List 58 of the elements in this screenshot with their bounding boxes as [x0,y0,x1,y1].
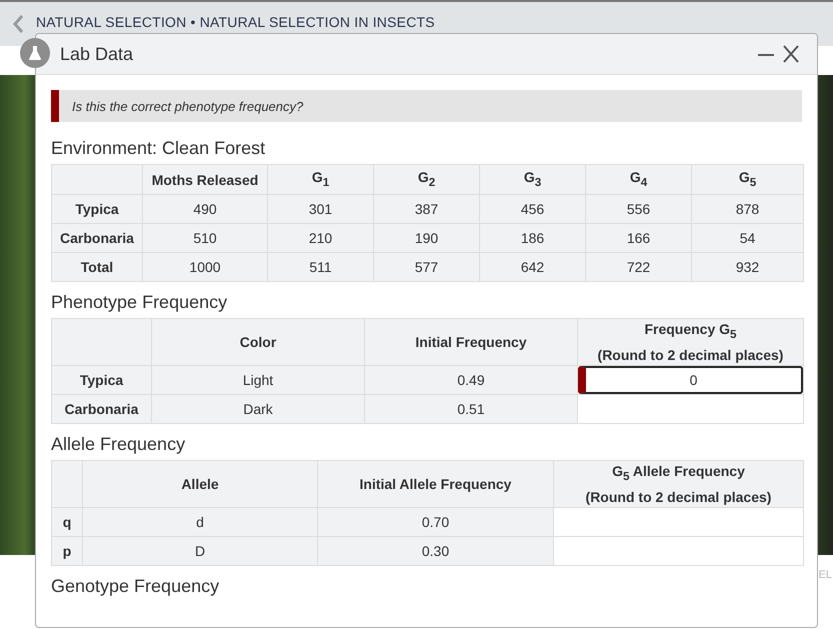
close-icon[interactable] [783,44,799,64]
section-heading: Genotype Frequency [51,574,220,598]
column-header: G$_{1}$ [268,164,374,194]
column-header: Allele [82,460,318,508]
answer-cell[interactable] [554,536,804,566]
table-cell: 190 [374,224,480,252]
row-header: q [52,508,82,536]
section-heading: Environment: Clean Forest [51,136,266,160]
table-cell: 186 [480,224,586,252]
dialog-title: Lab Data [60,44,134,64]
table-cell: 642 [480,252,586,282]
table-cell: D [82,536,318,566]
table-cell: 0.70 [318,508,554,536]
table-cell: 511 [268,252,374,282]
row-header: Carbonaria [52,224,142,252]
table-cell: 490 [142,194,268,224]
column-header: G$_{2}$ [374,164,480,194]
column-header: Initial Frequency [364,318,578,366]
breadcrumb: NATURAL SELECTION • NATURAL SELECTION IN INSECTS [36,14,435,30]
answer-cell[interactable] [578,394,804,424]
table-cell: 0.30 [318,536,554,566]
column-header: Moths Released [142,164,268,194]
table-cell: 556 [586,194,692,224]
row-header: Typica [52,194,142,224]
table-cell: 878 [692,194,804,224]
row-header: p [52,536,82,566]
background-text: EL [818,569,832,583]
table-cell: 932 [692,252,804,282]
column-header: Frequency G$_{5}$ (Round to 2 decimal places) [578,318,804,366]
column-header: G$_{3}$ [480,164,586,194]
table-cell: 1000 [142,252,268,282]
column-header: G$_{5}$ [692,164,804,194]
column-header: G$_{4}$ [586,164,692,194]
table-cell: 210 [268,224,374,252]
table-cell: d [82,508,318,536]
column-header: G$_{5}$ Allele Frequency (Round to 2 decimal places) [554,460,804,508]
row-header: Total [52,252,142,282]
table-cell: 166 [586,224,692,252]
table-cell: 387 [374,194,480,224]
column-header: Color [152,318,364,366]
table-cell: 722 [586,252,692,282]
table-cell: 577 [374,252,480,282]
table-cell: Light [152,366,364,394]
table-cell: Dark [152,394,364,424]
row-header: Typica [52,366,152,394]
section-heading: Phenotype Frequency [51,290,228,314]
table-cell: 54 [692,224,804,252]
answer-cell[interactable] [554,508,804,536]
answer-field[interactable]: 0 [578,366,803,394]
table-cell: 456 [480,194,586,224]
column-header: Initial Allele Frequency [318,460,554,508]
table-cell: 510 [142,224,268,252]
feedback-message: Is this the correct phenotype frequency? [51,90,802,122]
table-cell: 0.49 [364,366,578,394]
table-cell: 0.51 [364,394,578,424]
section-heading: Allele Frequency [51,432,186,456]
row-header: Carbonaria [52,394,152,424]
table-cell: 301 [268,194,374,224]
